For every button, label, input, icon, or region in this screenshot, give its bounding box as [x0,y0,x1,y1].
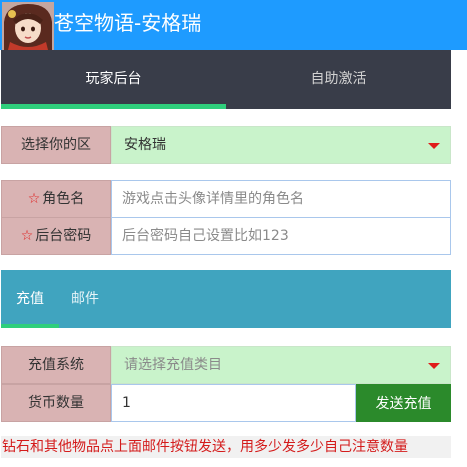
currency-row: 货币数量 发送充值 [1,384,451,422]
dropdown-caret-icon [428,143,440,149]
server-row: 选择你的区 安格瑞 [1,126,451,164]
dropdown-caret-icon [428,363,440,369]
avatar [2,2,54,50]
character-row: ☆ 角色名 [1,180,451,218]
app-title: 苍空物语-安格瑞 [54,11,202,35]
password-row: ☆ 后台密码 [1,217,451,255]
recharge-select[interactable]: 请选择充值类目 [111,346,451,384]
password-input[interactable] [111,217,451,255]
required-star-icon: ☆ [20,228,34,244]
currency-amount-input[interactable] [111,384,356,422]
active-tab-indicator [1,104,226,109]
tab-self-activation[interactable]: 自助激活 [226,50,451,109]
recharge-placeholder: 请选择充值类目 [124,357,222,373]
tab-mail[interactable]: 邮件 [71,270,99,328]
recharge-row: 充值系统 请选择充值类目 [1,346,451,384]
recharge-label: 充值系统 [1,346,111,384]
app-header: 苍空物语-安格瑞 [0,0,467,50]
character-label: ☆ 角色名 [1,180,111,218]
password-label: ☆ 后台密码 [1,217,111,255]
server-label: 选择你的区 [1,126,111,164]
required-star-icon: ☆ [27,191,41,207]
tab-recharge[interactable]: 充值 [16,270,44,328]
active-subtab-indicator [1,324,59,328]
tab-player-backend[interactable]: 玩家后台 [1,50,226,109]
password-label-text: 后台密码 [35,228,92,244]
character-label-text: 角色名 [42,191,85,207]
main-tab-bar: 玩家后台 自助激活 [1,50,451,109]
notice-text: 钻石和其他物品点上面邮件按钮发送，用多少发多少自己注意数量 [1,436,451,458]
send-recharge-button[interactable]: 发送充值 [356,384,451,422]
server-value: 安格瑞 [124,137,166,153]
server-select[interactable]: 安格瑞 [111,126,451,164]
character-name-input[interactable] [111,180,451,218]
sub-tab-bar: 充值 邮件 [1,270,451,328]
avatar-image [2,2,54,50]
currency-label: 货币数量 [1,384,111,422]
